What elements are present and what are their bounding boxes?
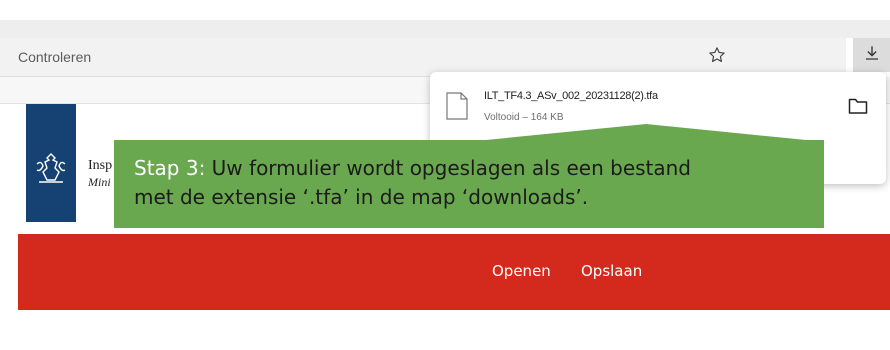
site-title: Insp Mini: [88, 158, 112, 190]
logo: [26, 104, 76, 222]
callout-pointer: [486, 124, 806, 140]
callout-line1: Stap 3: Uw formulier wordt opgeslagen al…: [134, 154, 824, 183]
download-icon: [863, 44, 881, 67]
window-top: [0, 0, 890, 20]
tab-strip: [0, 20, 890, 38]
star-icon[interactable]: [706, 44, 728, 66]
download-file-name[interactable]: ILT_TF4.3_ASv_002_20231128(2).tfa: [484, 90, 658, 102]
callout-text-line2: met de extensie ‘.tfa’ in de map ‘downlo…: [134, 185, 589, 209]
callout-step-label: Stap 3:: [134, 156, 206, 180]
instruction-callout: Stap 3: Uw formulier wordt opgeslagen al…: [114, 140, 824, 228]
download-status: Voltooid – 164 KB: [484, 112, 564, 123]
open-button[interactable]: Openen: [492, 262, 551, 280]
site-title-line2: Mini: [88, 175, 111, 189]
action-bar: Openen Opslaan: [18, 234, 890, 310]
emblem-icon: [36, 153, 66, 183]
callout-text-line1: Uw formulier wordt opgeslagen als een be…: [205, 156, 692, 180]
site-title-line1: Insp: [88, 158, 113, 173]
save-button[interactable]: Opslaan: [581, 262, 642, 280]
folder-icon[interactable]: [848, 97, 868, 115]
file-icon: [446, 92, 468, 120]
download-button[interactable]: [853, 38, 890, 72]
address-text[interactable]: Controleren: [18, 49, 91, 65]
